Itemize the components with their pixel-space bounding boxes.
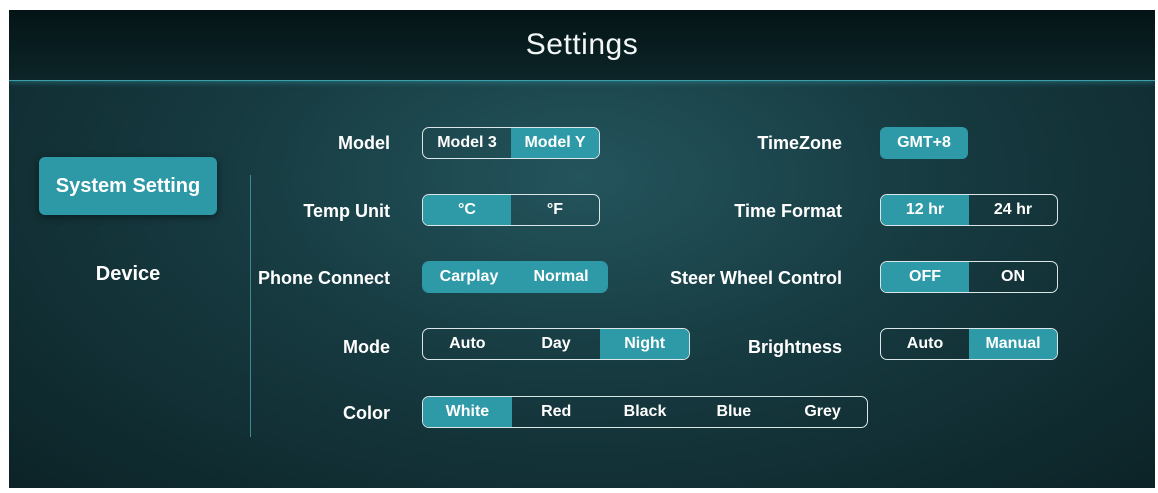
model-selector: Model 3 Model Y	[422, 127, 600, 159]
color-option-white[interactable]: White	[423, 397, 512, 427]
sidebar-divider	[250, 175, 251, 437]
color-option-blue[interactable]: Blue	[689, 397, 778, 427]
temp-unit-label: Temp Unit	[303, 201, 390, 221]
mode-option-auto[interactable]: Auto	[423, 329, 512, 359]
steer-wheel-option-on[interactable]: ON	[969, 262, 1057, 292]
color-selector: White Red Black Blue Grey	[422, 396, 868, 428]
model-option-model-3[interactable]: Model 3	[423, 128, 511, 158]
phone-connect-selector: Carplay Normal	[422, 261, 608, 293]
settings-screen: Settings System Setting Device Model Tem…	[9, 10, 1155, 488]
steer-wheel-control-label: Steer Wheel Control	[669, 268, 842, 288]
time-format-option-24hr[interactable]: 24 hr	[969, 195, 1057, 225]
color-option-red[interactable]: Red	[512, 397, 601, 427]
header-bar: Settings	[9, 10, 1155, 81]
mode-label: Mode	[343, 337, 390, 357]
timezone-label: TimeZone	[757, 133, 842, 153]
model-label: Model	[338, 133, 390, 153]
brightness-option-auto[interactable]: Auto	[881, 329, 969, 359]
phone-connect-option-carplay[interactable]: Carplay	[423, 262, 515, 292]
color-option-black[interactable]: Black	[601, 397, 690, 427]
steer-wheel-control-selector: OFF ON	[880, 261, 1058, 293]
temp-unit-selector: °C °F	[422, 194, 600, 226]
mode-option-day[interactable]: Day	[512, 329, 601, 359]
color-option-grey[interactable]: Grey	[778, 397, 867, 427]
temp-unit-option-celsius[interactable]: °C	[423, 195, 511, 225]
temp-unit-option-fahrenheit[interactable]: °F	[511, 195, 599, 225]
time-format-label: Time Format	[734, 201, 842, 221]
phone-connect-label: Phone Connect	[257, 268, 390, 288]
page-title: Settings	[525, 28, 639, 61]
mode-selector: Auto Day Night	[422, 328, 690, 360]
sidebar-item-device[interactable]: Device	[39, 245, 217, 303]
model-option-model-y[interactable]: Model Y	[511, 128, 599, 158]
timezone-button[interactable]: GMT+8	[880, 127, 968, 159]
brightness-selector: Auto Manual	[880, 328, 1058, 360]
steer-wheel-option-off[interactable]: OFF	[881, 262, 969, 292]
mode-option-night[interactable]: Night	[600, 329, 689, 359]
time-format-selector: 12 hr 24 hr	[880, 194, 1058, 226]
color-label: Color	[343, 403, 390, 423]
phone-connect-option-normal[interactable]: Normal	[515, 262, 607, 292]
sidebar-item-system-setting[interactable]: System Setting	[39, 157, 217, 215]
brightness-option-manual[interactable]: Manual	[969, 329, 1057, 359]
time-format-option-12hr[interactable]: 12 hr	[881, 195, 969, 225]
brightness-label: Brightness	[747, 337, 842, 357]
